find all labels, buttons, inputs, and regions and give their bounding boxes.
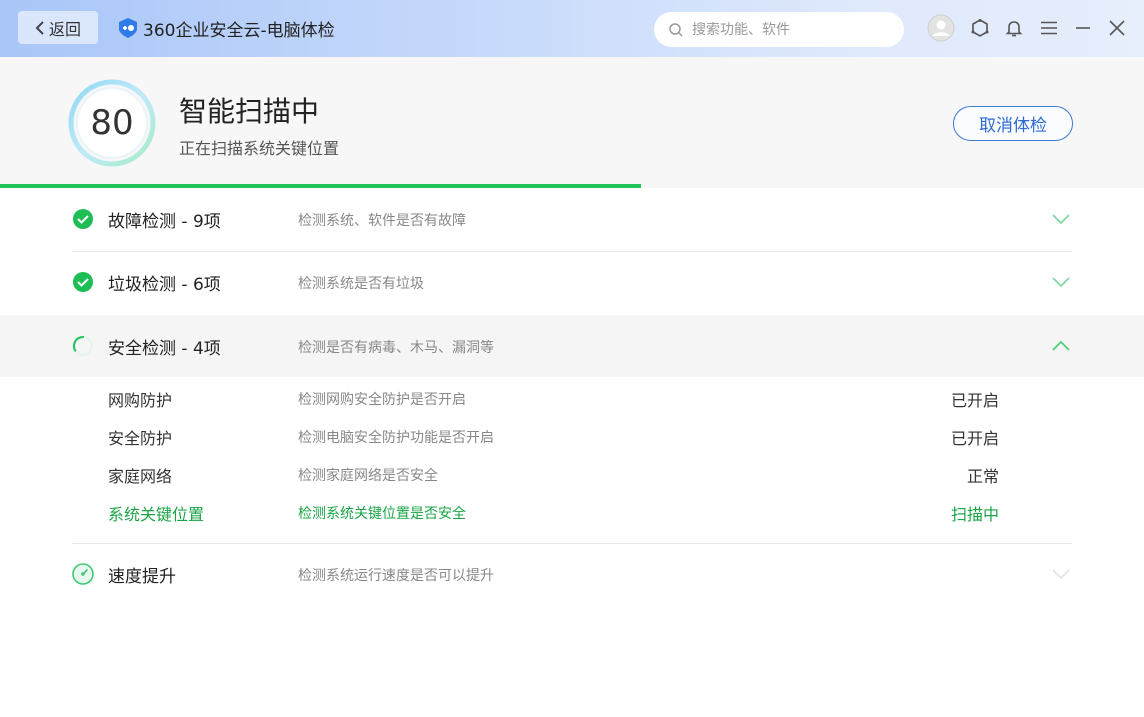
- list-item: 安全防护 检测电脑安全防护功能是否开启 已开启: [0, 421, 1144, 451]
- section-speed-up[interactable]: 速度提升 检测系统运行速度是否可以提升: [0, 543, 1144, 605]
- section-security-check[interactable]: 安全检测 - 4项 检测是否有病毒、木马、漏洞等: [0, 315, 1144, 377]
- title-bar: 返回 360企业安全云-电脑体检: [0, 0, 1144, 57]
- item-desc: 检测家庭网络是否安全: [298, 468, 438, 484]
- section-desc: 检测是否有病毒、木马、漏洞等: [298, 340, 494, 356]
- section-fault-check[interactable]: 故障检测 - 9项 检测系统、软件是否有故障: [0, 188, 1144, 250]
- avatar-icon: [927, 14, 955, 42]
- list-item: 网购防护 检测网购安全防护是否开启 已开启: [0, 383, 1144, 413]
- item-state: 已开启: [950, 429, 999, 448]
- health-score: 80: [90, 103, 134, 143]
- section-desc: 检测系统是否有垃圾: [298, 276, 424, 292]
- chevron-down-icon[interactable]: [1050, 210, 1072, 228]
- page-title: 智能扫描中: [179, 95, 320, 128]
- check-circle-icon: [73, 209, 93, 229]
- chevron-down-icon[interactable]: [1050, 565, 1072, 583]
- back-button[interactable]: 返回: [18, 11, 98, 44]
- close-button[interactable]: [1103, 14, 1131, 42]
- list-item-current: 系统关键位置 检测系统关键位置是否安全 扫描中: [0, 497, 1144, 527]
- close-icon: [1109, 20, 1125, 36]
- item-name: 安全防护: [108, 429, 173, 448]
- section-junk-check[interactable]: 垃圾检测 - 6项 检测系统是否有垃圾: [0, 251, 1144, 313]
- item-name: 家庭网络: [108, 467, 173, 486]
- menu-button[interactable]: [1035, 14, 1063, 42]
- chevron-up-icon[interactable]: [1050, 337, 1072, 355]
- cancel-scan-button[interactable]: 取消体检: [953, 106, 1073, 141]
- hexagon-icon: [971, 19, 989, 37]
- item-name: 系统关键位置: [108, 505, 205, 524]
- section-title: 速度提升: [108, 567, 176, 587]
- search-icon: [669, 22, 683, 37]
- speedometer-icon: [72, 563, 94, 585]
- section-desc: 检测系统、软件是否有故障: [298, 213, 466, 229]
- item-state: 正常: [966, 467, 999, 486]
- item-state: 已开启: [950, 391, 999, 410]
- notification-button[interactable]: [1000, 14, 1028, 42]
- search-box[interactable]: [654, 12, 904, 47]
- bell-icon: [1005, 21, 1023, 37]
- scan-status-text: 正在扫描系统关键位置: [179, 139, 340, 158]
- item-name: 网购防护: [108, 391, 173, 410]
- check-circle-icon: [73, 272, 93, 292]
- list-item: 家庭网络 检测家庭网络是否安全 正常: [0, 459, 1144, 489]
- user-avatar[interactable]: [926, 13, 956, 43]
- minimize-button[interactable]: [1069, 14, 1097, 42]
- item-state: 扫描中: [950, 505, 999, 524]
- item-desc: 检测网购安全防护是否开启: [298, 392, 466, 408]
- section-desc: 检测系统运行速度是否可以提升: [298, 568, 494, 584]
- minimize-icon: [1076, 27, 1090, 29]
- section-title: 安全检测 - 4项: [108, 339, 221, 359]
- loading-spinner-icon: [72, 335, 94, 357]
- section-title: 故障检测 - 9项: [108, 212, 221, 232]
- section-title: 垃圾检测 - 6项: [108, 275, 221, 295]
- item-desc: 检测电脑安全防护功能是否开启: [298, 430, 494, 446]
- skin-button[interactable]: [966, 14, 994, 42]
- scan-header: 80 智能扫描中 正在扫描系统关键位置 取消体检: [0, 57, 1144, 188]
- item-desc: 检测系统关键位置是否安全: [298, 506, 466, 522]
- search-input[interactable]: [692, 21, 892, 38]
- chevron-left-icon: [35, 20, 44, 35]
- app-title: 360企业安全云-电脑体检: [143, 21, 335, 41]
- chevron-down-icon[interactable]: [1050, 273, 1072, 291]
- app-logo-icon: [119, 18, 137, 38]
- menu-icon: [1041, 21, 1057, 35]
- back-button-label: 返回: [48, 19, 81, 39]
